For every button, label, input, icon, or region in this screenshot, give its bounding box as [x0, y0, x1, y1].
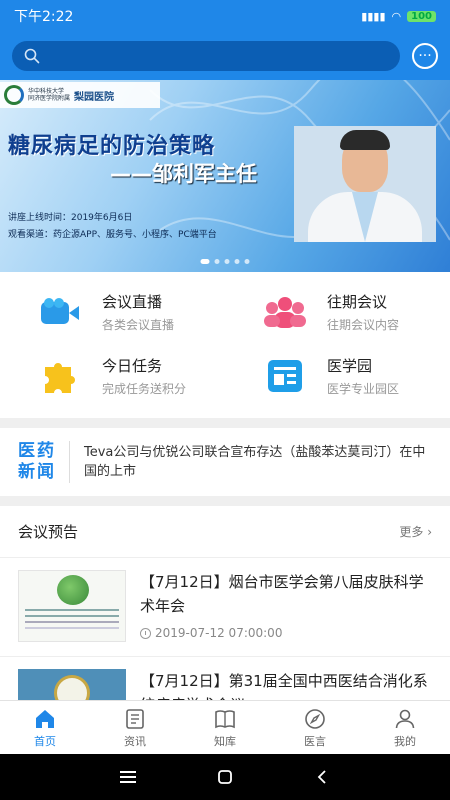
people-group-icon [263, 290, 307, 334]
banner-carousel[interactable]: 华中科技大学 同济医学院附属 梨园医院 糖尿病足的防治策略 ——邹利军主任 讲座… [0, 80, 450, 272]
carousel-indicator [200, 259, 250, 264]
banner-channel: 观看渠道：药企源APP、服务号、小程序、PC端平台 [8, 230, 217, 240]
status-time: 下午2:22 [14, 9, 74, 25]
system-nav-bar [0, 754, 450, 800]
conference-preview-header: 会议预告 更多 › [0, 506, 450, 558]
divider [0, 496, 450, 506]
search-input[interactable] [12, 41, 400, 71]
menu-live-title: 会议直播 [102, 293, 163, 311]
news-headline[interactable]: Teva公司与优锐公司联合宣布存达（盐酸苯达莫司汀）在中国的上市 [84, 443, 432, 481]
hospital-line1: 华中科技大学 [28, 88, 65, 95]
bottom-tab-bar: 首页 资讯 知库 医言 我的 [0, 700, 450, 754]
home-icon [36, 709, 54, 728]
chevron-right-icon: › [427, 525, 432, 539]
news-badge: 医药 新闻 [18, 441, 70, 483]
more-link[interactable]: 更多 › [399, 523, 432, 540]
divider [0, 418, 450, 428]
hospital-logo: 华中科技大学 同济医学院附属 梨园医院 [0, 82, 160, 108]
carousel-dot[interactable] [200, 259, 210, 264]
section-title: 会议预告 [18, 523, 79, 541]
puzzle-icon [38, 354, 82, 398]
banner-subtitle: ——邹利军主任 [110, 162, 257, 186]
menu-past-subtitle: 往期会议内容 [327, 318, 400, 332]
clock-icon [140, 627, 151, 639]
conference-thumbnail [18, 570, 126, 642]
carousel-dot[interactable] [244, 259, 250, 264]
feature-menu: 会议直播 各类会议直播 往期会议 往期会议内容 今日任务 完成任务送积分 医学园… [0, 272, 450, 418]
carousel-dot[interactable] [234, 259, 240, 264]
person-icon [395, 709, 415, 728]
wifi-icon: ◠ [391, 9, 402, 23]
menu-today-tasks[interactable]: 今日任务 完成任务送积分 [0, 344, 225, 408]
tab-profile[interactable]: 我的 [360, 701, 450, 754]
menu-medical-garden[interactable]: 医学园 医学专业园区 [225, 344, 450, 408]
home-square-icon[interactable] [210, 762, 240, 792]
conference-time: 2019-07-12 07:00:00 [140, 626, 432, 640]
conference-item[interactable]: 【7月12日】烟台市医学会第八届皮肤科学术年会 2019-07-12 07:00… [0, 558, 450, 657]
menu-past-meetings[interactable]: 往期会议 往期会议内容 [225, 280, 450, 344]
tab-news[interactable]: 资讯 [90, 701, 180, 754]
menu-past-title: 往期会议 [327, 293, 388, 311]
signal-icon: ▮▮▮▮ [361, 9, 386, 23]
tab-discussion[interactable]: 医言 [270, 701, 360, 754]
medical-news-bar[interactable]: 医药 新闻 Teva公司与优锐公司联合宣布存达（盐酸苯达莫司汀）在中国的上市 [0, 428, 450, 496]
carousel-dot[interactable] [214, 259, 220, 264]
compass-icon [305, 708, 325, 729]
article-icon [263, 354, 307, 398]
carousel-dot[interactable] [224, 259, 230, 264]
menu-garden-title: 医学园 [327, 357, 373, 375]
tab-library[interactable]: 知库 [180, 701, 270, 754]
menu-live-meetings[interactable]: 会议直播 各类会议直播 [0, 280, 225, 344]
top-bar: ··· [0, 32, 450, 80]
banner-date: 讲座上线时间：2019年6月6日 [8, 213, 133, 223]
book-icon [215, 709, 235, 728]
doctor-photo [294, 126, 436, 242]
search-icon [24, 48, 40, 64]
tab-home[interactable]: 首页 [0, 701, 90, 754]
status-bar: 下午2:22 ▮▮▮▮ ◠ 100 [0, 0, 450, 32]
hospital-name: 梨园医院 [74, 91, 115, 103]
hospital-line2: 同济医学院附属 [28, 95, 71, 102]
battery-icon: 100 [407, 10, 436, 22]
news-icon [126, 708, 144, 729]
hospital-emblem-icon [4, 85, 24, 105]
conference-title: 【7月12日】烟台市医学会第八届皮肤科学术年会 [140, 573, 424, 615]
status-icons: ▮▮▮▮ ◠ 100 [361, 10, 436, 23]
menu-icon[interactable] [113, 762, 143, 792]
menu-live-subtitle: 各类会议直播 [102, 318, 175, 332]
message-icon[interactable]: ··· [412, 43, 438, 69]
menu-tasks-title: 今日任务 [102, 357, 163, 375]
menu-garden-subtitle: 医学专业园区 [327, 382, 400, 396]
banner-title: 糖尿病足的防治策略 [8, 134, 216, 159]
back-icon[interactable] [307, 762, 337, 792]
menu-tasks-subtitle: 完成任务送积分 [102, 382, 187, 396]
video-camera-icon [38, 290, 82, 334]
